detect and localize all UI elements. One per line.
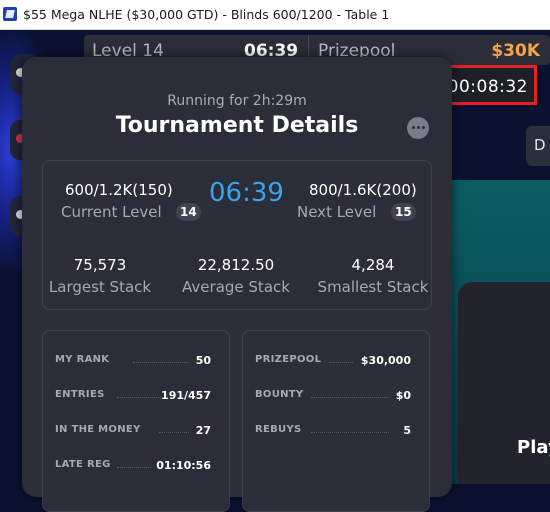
current-level-badge: 14 (176, 203, 201, 221)
next-level-label: Next Level (297, 203, 377, 221)
stat-key: PRIZEPOOL (255, 354, 322, 365)
stat-key: LATE REG (55, 459, 111, 470)
stat-key: BOUNTY (255, 389, 304, 400)
topbar-prizepool-value: $30K (491, 41, 540, 61)
next-level-blinds: 800/1.6K(200) (309, 181, 417, 199)
stat-key: ENTRIES (55, 389, 105, 400)
running-time: Running for 2h:29m (167, 93, 307, 109)
tournament-stats-card: PRIZEPOOL $30,000 BOUNTY $0 REBUYS 5 (242, 330, 430, 512)
stat-value: 5 (403, 424, 411, 437)
stat-value: 27 (195, 424, 211, 437)
largest-stack-label: Largest Stack (48, 278, 152, 296)
modal-title: Tournament Details (115, 113, 359, 138)
largest-stack-value: 75,573 (73, 256, 127, 274)
stat-key: MY RANK (55, 354, 110, 365)
current-level-label: Current Level (61, 203, 162, 221)
stat-value: 50 (195, 354, 211, 367)
play-label[interactable]: Play (517, 437, 550, 458)
stat-key: REBUYS (255, 424, 302, 435)
player-stats-card: MY RANK 50 ENTRIES 191/457 IN THE MONEY … (42, 330, 230, 512)
stat-key: IN THE MONEY (55, 424, 141, 435)
average-stack-label: Average Stack (182, 278, 290, 296)
stat-row: LATE REG 01:10:56 (55, 459, 211, 475)
stat-row: PRIZEPOOL $30,000 (255, 354, 411, 370)
smallest-stack-value: 4,284 (351, 256, 395, 274)
next-level-badge: 15 (391, 203, 416, 221)
stat-row: BOUNTY $0 (255, 389, 411, 405)
right-tab-label: D (534, 136, 546, 154)
stat-value: 01:10:56 (156, 459, 211, 472)
level-clock: 06:39 (209, 178, 284, 208)
current-level-blinds: 600/1.2K(150) (65, 181, 173, 199)
stat-value: 191/457 (161, 389, 211, 402)
tournament-details-modal: Running for 2h:29m Tournament Details 60… (22, 57, 452, 512)
smallest-stack-label: Smallest Stack (317, 278, 429, 296)
window-titlebar: $55 Mega NLHE ($30,000 GTD) - Blinds 600… (0, 0, 550, 30)
average-stack-value: 22,812.50 (197, 256, 275, 274)
stat-value: $0 (395, 389, 411, 402)
stat-row: MY RANK 50 (55, 354, 211, 370)
window-title: $55 Mega NLHE ($30,000 GTD) - Blinds 600… (23, 7, 390, 22)
stat-value: $30,000 (360, 354, 411, 367)
stat-row: ENTRIES 191/457 (55, 389, 211, 405)
stat-row: IN THE MONEY 27 (55, 424, 211, 440)
level-card: 600/1.2K(150) Current Level 14 06:39 800… (42, 160, 432, 310)
right-side-tab[interactable]: D (526, 126, 550, 166)
stat-row: REBUYS 5 (255, 424, 411, 440)
chat-icon[interactable] (407, 117, 429, 139)
poker-app-icon (3, 7, 17, 21)
